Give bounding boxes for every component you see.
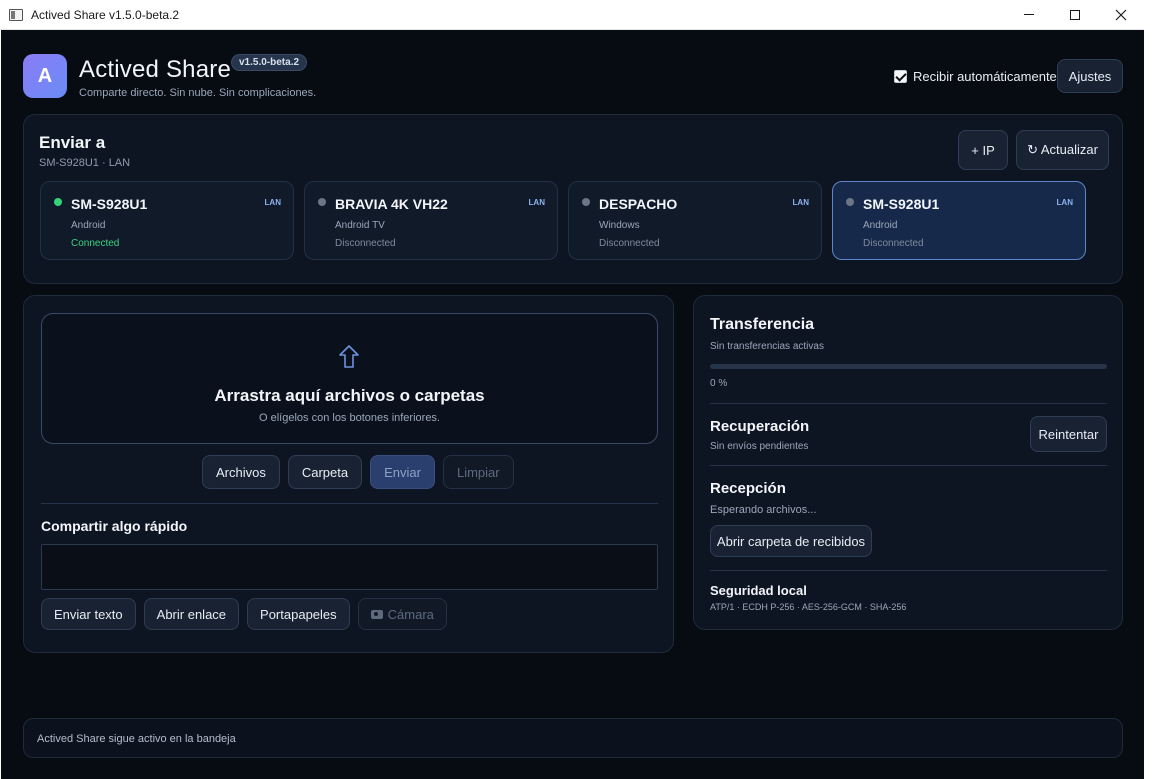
security-details: ATP/1 · ECDH P-256 · AES-256-GCM · SHA-2… [710, 602, 907, 612]
file-dropzone[interactable]: Arrastra aquí archivos o carpetas O elíg… [41, 313, 658, 444]
camera-button[interactable]: Cámara [357, 598, 447, 630]
status-dot-icon [582, 198, 590, 206]
dropzone-title: Arrastra aquí archivos o carpetas [214, 386, 485, 405]
section-divider [710, 403, 1107, 404]
app-window: A Actived Share v1.5.0-beta.2 Comparte d… [1, 30, 1144, 779]
app-logo: A [23, 54, 67, 98]
refresh-button[interactable]: ↻ Actualizar [1016, 130, 1109, 170]
status-footer: Actived Share sigue activo en la bandeja [23, 718, 1123, 758]
settings-button[interactable]: Ajustes [1057, 59, 1123, 93]
window-title: Actived Share v1.5.0-beta.2 [31, 7, 180, 22]
transfer-progress-bar [710, 364, 1107, 369]
network-badge: LAN [1056, 198, 1073, 207]
camera-label: Cámara [387, 606, 434, 622]
app-name: Actived Share [79, 56, 232, 83]
network-badge: LAN [264, 198, 281, 207]
file-action-row: Archivos Carpeta Enviar Limpiar [202, 455, 514, 489]
send-button[interactable]: Enviar [370, 455, 435, 489]
device-type: Android [863, 220, 898, 231]
retry-button[interactable]: Reintentar [1030, 416, 1107, 452]
camera-icon [370, 609, 383, 619]
minimize-icon [1024, 14, 1034, 15]
auto-receive-toggle[interactable]: Recibir automáticamente [894, 69, 1057, 84]
quick-share-input[interactable] [41, 544, 658, 590]
device-status: Connected [71, 238, 120, 249]
open-link-button[interactable]: Abrir enlace [143, 598, 240, 630]
device-type: Windows [599, 220, 640, 231]
dropzone-subtitle: O elígelos con los botones inferiores. [259, 412, 440, 424]
quick-share-actions: Enviar texto Abrir enlace Portapapeles C… [41, 598, 447, 630]
recovery-title: Recuperación [710, 418, 810, 435]
choose-folder-button[interactable]: Carpeta [287, 455, 363, 489]
device-card[interactable]: DESPACHO Windows Disconnected LAN [568, 181, 822, 260]
status-dot-icon [318, 198, 326, 206]
security-title: Seguridad local [710, 583, 807, 598]
transfer-subtitle: Sin transferencias activas [710, 341, 824, 352]
send-to-title: Enviar a [39, 133, 106, 152]
window-app-icon [9, 8, 23, 21]
section-divider [41, 503, 658, 504]
add-ip-button[interactable]: + IP [958, 130, 1008, 170]
maximize-button[interactable] [1052, 0, 1098, 30]
recovery-subtitle: Sin envíos pendientes [710, 441, 809, 452]
section-divider [710, 465, 1107, 466]
status-panel: Transferencia Sin transferencias activas… [693, 295, 1123, 630]
close-button[interactable] [1098, 0, 1144, 30]
auto-receive-checkbox[interactable] [894, 70, 907, 83]
upload-arrow-icon [339, 345, 359, 368]
footer-text: Actived Share sigue activo en la bandeja [37, 733, 236, 745]
clipboard-button[interactable]: Portapapeles [247, 598, 350, 630]
window-titlebar: Actived Share v1.5.0-beta.2 [0, 0, 1144, 30]
network-badge: LAN [792, 198, 809, 207]
quick-share-title: Compartir algo rápido [41, 518, 188, 534]
device-status: Disconnected [335, 238, 396, 249]
device-name: BRAVIA 4K VH22 [335, 196, 448, 212]
device-type: Android [71, 220, 106, 231]
device-name: SM-S928U1 [71, 196, 148, 212]
version-badge: v1.5.0-beta.2 [231, 54, 308, 71]
logo-letter: A [37, 64, 53, 87]
device-name: DESPACHO [599, 196, 678, 212]
device-card[interactable]: BRAVIA 4K VH22 Android TV Disconnected L… [304, 181, 558, 260]
device-status: Disconnected [599, 238, 660, 249]
device-status: Disconnected [863, 238, 924, 249]
device-card[interactable]: SM-S928U1 Android Connected LAN [40, 181, 294, 260]
minimize-button[interactable] [1006, 0, 1052, 30]
reception-subtitle: Esperando archivos... [710, 504, 817, 516]
send-text-button[interactable]: Enviar texto [41, 598, 136, 630]
send-to-subtitle: SM-S928U1 · LAN [39, 157, 131, 169]
status-dot-icon [846, 198, 854, 206]
transfer-title: Transferencia [710, 316, 815, 333]
choose-files-button[interactable]: Archivos [202, 455, 280, 489]
open-received-folder-button[interactable]: Abrir carpeta de recibidos [710, 525, 872, 557]
reception-title: Recepción [710, 480, 786, 497]
window-controls [1006, 0, 1144, 30]
close-icon [1115, 9, 1127, 20]
send-to-panel: Enviar a SM-S928U1 · LAN + IP ↻ Actualiz… [23, 114, 1123, 284]
maximize-icon [1070, 9, 1080, 20]
auto-receive-label: Recibir automáticamente [913, 69, 1057, 84]
device-name: SM-S928U1 [863, 196, 940, 212]
device-card-selected[interactable]: SM-S928U1 Android Disconnected LAN [832, 181, 1086, 260]
app-tagline: Comparte directo. Sin nube. Sin complica… [79, 87, 317, 99]
network-badge: LAN [528, 198, 545, 207]
device-type: Android TV [335, 220, 385, 231]
clear-button[interactable]: Limpiar [442, 455, 514, 489]
section-divider [710, 570, 1107, 571]
file-drop-panel: Arrastra aquí archivos o carpetas O elíg… [23, 295, 674, 653]
status-dot-icon [54, 198, 62, 206]
transfer-progress-text: 0 % [710, 378, 728, 389]
